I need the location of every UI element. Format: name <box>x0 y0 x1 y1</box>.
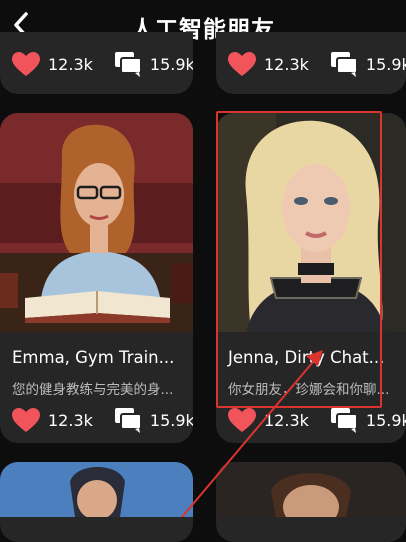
likes-count: 12.3k <box>48 55 93 74</box>
character-portrait <box>216 462 406 517</box>
card-stats: 12.3k 15.9k <box>228 52 406 77</box>
likes-count: 12.3k <box>264 411 309 430</box>
chat-bubbles-icon[interactable] <box>330 408 358 433</box>
character-card-top-right[interactable]: 12.3k 15.9k <box>216 32 406 94</box>
character-card-bottom-left[interactable] <box>0 462 193 542</box>
highlight-box <box>216 111 382 408</box>
chat-bubbles-icon[interactable] <box>114 408 142 433</box>
chats-count: 15.9k <box>365 55 406 74</box>
card-stats: 12.3k 15.9k <box>228 408 406 433</box>
heart-icon[interactable] <box>12 52 40 77</box>
likes-count: 12.3k <box>264 55 309 74</box>
chats-count: 15.9k <box>149 411 193 430</box>
character-card-bottom-right[interactable] <box>216 462 406 542</box>
heart-icon[interactable] <box>12 408 40 433</box>
chats-count: 15.9k <box>149 55 193 74</box>
chat-bubbles-icon[interactable] <box>330 52 358 77</box>
character-portrait <box>0 113 193 332</box>
chat-bubbles-icon[interactable] <box>114 52 142 77</box>
character-name: Emma, Gym Train... <box>12 348 175 367</box>
card-stats: 12.3k 15.9k <box>12 408 193 433</box>
card-stats: 12.3k 15.9k <box>12 52 193 77</box>
character-card-top-left[interactable]: 12.3k 15.9k <box>0 32 193 94</box>
likes-count: 12.3k <box>48 411 93 430</box>
character-card-emma[interactable]: Emma, Gym Train... 您的健身教练与完美的身... 12.3k … <box>0 113 193 443</box>
heart-icon[interactable] <box>228 52 256 77</box>
character-description: 您的健身教练与完美的身... <box>12 382 174 398</box>
character-portrait <box>0 462 193 517</box>
chats-count: 15.9k <box>365 411 406 430</box>
heart-icon[interactable] <box>228 408 256 433</box>
